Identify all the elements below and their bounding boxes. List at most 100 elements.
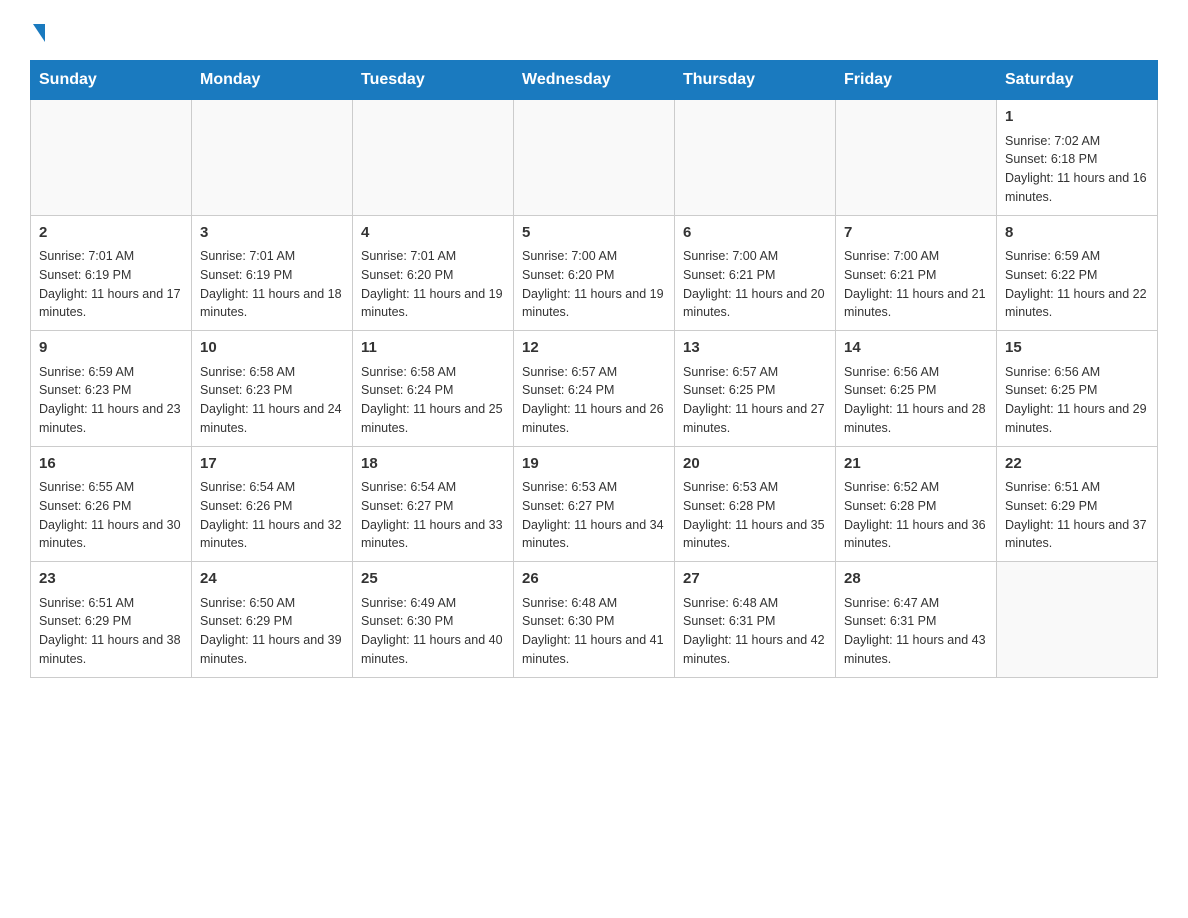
calendar-cell: 24Sunrise: 6:50 AM Sunset: 6:29 PM Dayli… — [192, 562, 353, 678]
weekday-header-saturday: Saturday — [997, 61, 1158, 100]
day-number: 5 — [522, 222, 666, 245]
day-info: Sunrise: 6:52 AM Sunset: 6:28 PM Dayligh… — [844, 478, 988, 553]
day-number: 2 — [39, 222, 183, 245]
calendar-cell — [514, 100, 675, 216]
day-info: Sunrise: 6:54 AM Sunset: 6:27 PM Dayligh… — [361, 478, 505, 553]
day-info: Sunrise: 6:53 AM Sunset: 6:28 PM Dayligh… — [683, 478, 827, 553]
day-info: Sunrise: 6:58 AM Sunset: 6:24 PM Dayligh… — [361, 363, 505, 438]
calendar-cell: 14 Sunrise: 6:56 AM Sunset: 6:25 PM Dayli… — [836, 331, 997, 447]
calendar-cell: 9 Sunrise: 6:59 AM Sunset: 6:23 PM Daylig… — [31, 331, 192, 447]
day-number: 13 — [683, 337, 827, 360]
day-number: 10 — [200, 337, 344, 360]
day-info: Sunrise: 6:49 AM Sunset: 6:30 PM Dayligh… — [361, 594, 505, 669]
calendar-cell — [997, 562, 1158, 678]
day-info: Sunrise: 6:59 AM Sunset: 6:23 PM Dayligh… — [39, 363, 183, 438]
logo — [30, 20, 45, 40]
day-info: Sunrise: 6:57 AM Sunset: 6:25 PM Dayligh… — [683, 363, 827, 438]
day-number: 21 — [844, 453, 988, 476]
calendar-cell: 2Sunrise: 7:01 AM Sunset: 6:19 PM Daylig… — [31, 215, 192, 331]
calendar-cell: 26 Sunrise: 6:48 AM Sunset: 6:30 PM Dayli… — [514, 562, 675, 678]
calendar-cell — [192, 100, 353, 216]
calendar-cell: 27 Sunrise: 6:48 AM Sunset: 6:31 PM Dayli… — [675, 562, 836, 678]
calendar-cell: 16Sunrise: 6:55 AM Sunset: 6:26 PM Dayli… — [31, 446, 192, 562]
calendar-table: SundayMondayTuesdayWednesdayThursdayFrid… — [30, 60, 1158, 678]
day-number: 16 — [39, 453, 183, 476]
weekday-header-monday: Monday — [192, 61, 353, 100]
day-number: 27 — [683, 568, 827, 591]
calendar-cell: 21Sunrise: 6:52 AM Sunset: 6:28 PM Dayli… — [836, 446, 997, 562]
day-number: 8 — [1005, 222, 1149, 245]
day-info: Sunrise: 7:00 AM Sunset: 6:20 PM Dayligh… — [522, 247, 666, 322]
weekday-header-wednesday: Wednesday — [514, 61, 675, 100]
day-number: 6 — [683, 222, 827, 245]
calendar-cell: 15 Sunrise: 6:56 AM Sunset: 6:25 PM Dayli… — [997, 331, 1158, 447]
day-info: Sunrise: 6:57 AM Sunset: 6:24 PM Dayligh… — [522, 363, 666, 438]
day-info: Sunrise: 7:00 AM Sunset: 6:21 PM Dayligh… — [844, 247, 988, 322]
day-number: 15 — [1005, 337, 1149, 360]
day-info: Sunrise: 7:02 AM Sunset: 6:18 PM Dayligh… — [1005, 132, 1149, 207]
day-number: 17 — [200, 453, 344, 476]
calendar-cell: 13 Sunrise: 6:57 AM Sunset: 6:25 PM Dayli… — [675, 331, 836, 447]
week-row-0: 1 Sunrise: 7:02 AM Sunset: 6:18 PM Daylig… — [31, 100, 1158, 216]
day-number: 23 — [39, 568, 183, 591]
calendar-cell: 5Sunrise: 7:00 AM Sunset: 6:20 PM Daylig… — [514, 215, 675, 331]
calendar-cell — [675, 100, 836, 216]
day-number: 24 — [200, 568, 344, 591]
day-info: Sunrise: 7:01 AM Sunset: 6:19 PM Dayligh… — [200, 247, 344, 322]
day-info: Sunrise: 6:59 AM Sunset: 6:22 PM Dayligh… — [1005, 247, 1149, 322]
day-number: 28 — [844, 568, 988, 591]
calendar-cell: 3Sunrise: 7:01 AM Sunset: 6:19 PM Daylig… — [192, 215, 353, 331]
day-number: 19 — [522, 453, 666, 476]
day-info: Sunrise: 6:54 AM Sunset: 6:26 PM Dayligh… — [200, 478, 344, 553]
page-header — [30, 20, 1158, 40]
calendar-cell — [353, 100, 514, 216]
calendar-cell — [836, 100, 997, 216]
day-info: Sunrise: 6:48 AM Sunset: 6:31 PM Dayligh… — [683, 594, 827, 669]
day-number: 9 — [39, 337, 183, 360]
calendar-cell: 10 Sunrise: 6:58 AM Sunset: 6:23 PM Dayli… — [192, 331, 353, 447]
day-number: 11 — [361, 337, 505, 360]
day-number: 1 — [1005, 106, 1149, 129]
day-info: Sunrise: 7:01 AM Sunset: 6:20 PM Dayligh… — [361, 247, 505, 322]
weekday-header-tuesday: Tuesday — [353, 61, 514, 100]
calendar-cell — [31, 100, 192, 216]
day-info: Sunrise: 6:58 AM Sunset: 6:23 PM Dayligh… — [200, 363, 344, 438]
calendar-cell: 23 Sunrise: 6:51 AM Sunset: 6:29 PM Dayli… — [31, 562, 192, 678]
calendar-cell: 7Sunrise: 7:00 AM Sunset: 6:21 PM Daylig… — [836, 215, 997, 331]
calendar-cell: 18Sunrise: 6:54 AM Sunset: 6:27 PM Dayli… — [353, 446, 514, 562]
day-number: 12 — [522, 337, 666, 360]
week-row-2: 9 Sunrise: 6:59 AM Sunset: 6:23 PM Daylig… — [31, 331, 1158, 447]
day-info: Sunrise: 6:47 AM Sunset: 6:31 PM Dayligh… — [844, 594, 988, 669]
day-info: Sunrise: 6:48 AM Sunset: 6:30 PM Dayligh… — [522, 594, 666, 669]
day-number: 18 — [361, 453, 505, 476]
calendar-cell: 17Sunrise: 6:54 AM Sunset: 6:26 PM Dayli… — [192, 446, 353, 562]
weekday-header-sunday: Sunday — [31, 61, 192, 100]
day-info: Sunrise: 6:51 AM Sunset: 6:29 PM Dayligh… — [39, 594, 183, 669]
calendar-cell: 11 Sunrise: 6:58 AM Sunset: 6:24 PM Dayli… — [353, 331, 514, 447]
calendar-cell: 20Sunrise: 6:53 AM Sunset: 6:28 PM Dayli… — [675, 446, 836, 562]
calendar-cell: 8Sunrise: 6:59 AM Sunset: 6:22 PM Daylig… — [997, 215, 1158, 331]
calendar-cell: 25Sunrise: 6:49 AM Sunset: 6:30 PM Dayli… — [353, 562, 514, 678]
day-number: 20 — [683, 453, 827, 476]
calendar-cell: 28 Sunrise: 6:47 AM Sunset: 6:31 PM Dayli… — [836, 562, 997, 678]
week-row-1: 2Sunrise: 7:01 AM Sunset: 6:19 PM Daylig… — [31, 215, 1158, 331]
day-info: Sunrise: 7:01 AM Sunset: 6:19 PM Dayligh… — [39, 247, 183, 322]
calendar-cell: 6Sunrise: 7:00 AM Sunset: 6:21 PM Daylig… — [675, 215, 836, 331]
day-number: 4 — [361, 222, 505, 245]
day-number: 14 — [844, 337, 988, 360]
calendar-cell: 12 Sunrise: 6:57 AM Sunset: 6:24 PM Dayli… — [514, 331, 675, 447]
day-number: 26 — [522, 568, 666, 591]
logo-arrow-icon — [33, 24, 45, 42]
day-number: 3 — [200, 222, 344, 245]
day-info: Sunrise: 6:56 AM Sunset: 6:25 PM Dayligh… — [844, 363, 988, 438]
calendar-cell: 1 Sunrise: 7:02 AM Sunset: 6:18 PM Daylig… — [997, 100, 1158, 216]
week-row-4: 23 Sunrise: 6:51 AM Sunset: 6:29 PM Dayli… — [31, 562, 1158, 678]
calendar-cell: 19Sunrise: 6:53 AM Sunset: 6:27 PM Dayli… — [514, 446, 675, 562]
calendar-cell: 4Sunrise: 7:01 AM Sunset: 6:20 PM Daylig… — [353, 215, 514, 331]
day-number: 7 — [844, 222, 988, 245]
weekday-header-row: SundayMondayTuesdayWednesdayThursdayFrid… — [31, 61, 1158, 100]
day-info: Sunrise: 6:53 AM Sunset: 6:27 PM Dayligh… — [522, 478, 666, 553]
day-number: 22 — [1005, 453, 1149, 476]
day-info: Sunrise: 6:56 AM Sunset: 6:25 PM Dayligh… — [1005, 363, 1149, 438]
day-info: Sunrise: 7:00 AM Sunset: 6:21 PM Dayligh… — [683, 247, 827, 322]
